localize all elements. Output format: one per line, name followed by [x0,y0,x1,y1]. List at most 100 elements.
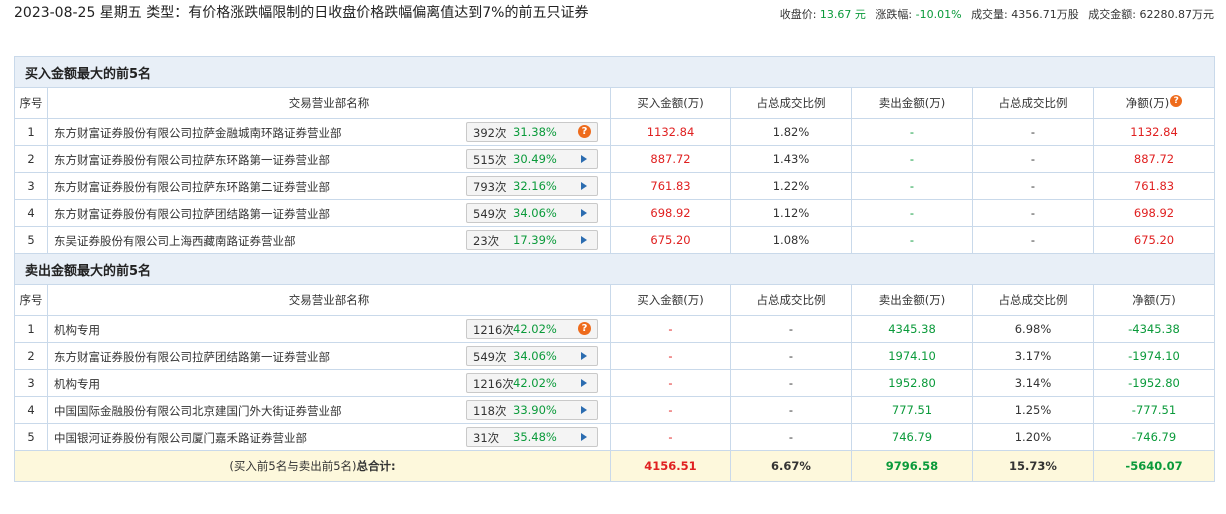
page-title: 2023-08-25 星期五 类型：有价格涨跌幅限制的日收盘价格跌幅偏离值达到7… [14,5,589,21]
table-row: 2 东方财富证券股份有限公司拉萨团结路第一证券营业部 549次 34.06% - -197… [14,342,1215,370]
table-row: 5 东吴证券股份有限公司上海西藏南路证券营业部 23次 17.39% 675.20 1.0… [14,226,1215,254]
sell-amount: 746.79 [851,423,973,451]
broker-stats-button[interactable]: 118次 33.90% [466,400,598,420]
buy-ratio: 1.12% [730,199,852,227]
play-arrow-icon[interactable] [581,155,587,163]
total-sell-amount: 9796.58 [851,450,973,482]
row-index: 2 [14,145,48,173]
table-row: 1 东方财富证券股份有限公司拉萨金融城南环路证券营业部 392次 31.38%? 113… [14,118,1215,146]
play-arrow-icon[interactable] [581,433,587,441]
play-arrow-icon[interactable] [581,182,587,190]
broker-name-cell: 东方财富证券股份有限公司拉萨团结路第一证券营业部 549次 34.06% [47,342,611,370]
win-rate: 42.02% [513,376,557,390]
sell-ratio: 3.17% [972,342,1094,370]
buy-col-header-6: 净额(万)? [1093,87,1215,119]
broker-stats-button[interactable]: 515次 30.49% [466,149,598,169]
broker-stats-button[interactable]: 23次 17.39% [466,230,598,250]
buy-amount: - [610,342,731,370]
sell-col-header-5: 占总成交比例 [972,284,1094,316]
column-header-label: 卖出金额(万) [878,96,946,110]
play-arrow-icon[interactable] [581,236,587,244]
buy-amount: - [610,315,731,343]
sell-ratio: - [972,145,1094,173]
dragon-tiger-table: 买入金额最大的前5名 序号 交易营业部名称 买入金额(万) 占总成交比例 卖出金额(万) 占… [14,56,1215,482]
sell-ratio: 1.20% [972,423,1094,451]
dragon-tiger-table-container: 买入金额最大的前5名 序号 交易营业部名称 买入金额(万) 占总成交比例 卖出金额(万) 占… [14,56,1215,482]
broker-name[interactable]: 机构专用 [54,376,100,392]
row-index: 1 [14,118,48,146]
question-icon[interactable]: ? [578,125,591,138]
table-row: 2 东方财富证券股份有限公司拉萨东环路第一证券营业部 515次 30.49% 887.7… [14,145,1215,173]
net-amount: 887.72 [1093,145,1215,173]
quote-summary: 收盘价: 13.67 元 涨跌幅: -10.01% 成交量: 4356.71万股… [780,6,1214,22]
play-arrow-icon[interactable] [581,379,587,387]
broker-name[interactable]: 机构专用 [54,322,100,338]
close-price-value: 13.67 元 [819,8,866,21]
broker-stats-button[interactable]: 549次 34.06% [466,203,598,223]
buy-amount: 887.72 [610,145,731,173]
play-arrow-icon[interactable] [581,209,587,217]
buy-ratio: - [730,315,852,343]
buy-col-header-3: 占总成交比例 [730,87,852,119]
play-arrow-icon[interactable] [581,352,587,360]
total-buy-ratio: 6.67% [730,450,852,482]
broker-name[interactable]: 中国银河证券股份有限公司厦门嘉禾路证券营业部 [54,430,307,446]
appearance-count: 1216次 [473,323,514,337]
broker-name[interactable]: 东方财富证券股份有限公司拉萨团结路第一证券营业部 [54,349,330,365]
total-label-prefix: (买入前5名与卖出前5名) [229,459,357,473]
broker-stats-button[interactable]: 793次 32.16% [466,176,598,196]
total-net-amount: -5640.07 [1093,450,1215,482]
column-header-label: 占总成交比例 [756,96,826,110]
close-price-label: 收盘价: [779,8,817,21]
win-rate: 30.49% [513,152,557,166]
column-header-label: 买入金额(万) [637,96,704,110]
broker-stats-button[interactable]: 1216次 42.02%? [466,319,598,339]
win-rate: 35.48% [513,430,557,444]
total-label: 总合计: [356,459,396,473]
help-icon[interactable]: ? [1170,95,1183,107]
buy-amount: 675.20 [610,226,731,254]
broker-stats-button[interactable]: 31次 35.48% [466,427,598,447]
appearance-count: 1216次 [473,377,514,391]
broker-name[interactable]: 东方财富证券股份有限公司拉萨金融城南环路证券营业部 [54,125,342,141]
sell-amount: - [851,145,973,173]
sell-col-header-3: 占总成交比例 [730,284,852,316]
play-arrow-icon[interactable] [581,406,587,414]
broker-name-cell: 机构专用 1216次 42.02% [47,369,611,397]
total-row: (买入前5名与卖出前5名)总合计: 4156.51 6.67% 9796.58 15.7… [14,450,1215,482]
row-index: 3 [14,369,48,397]
row-index: 2 [14,342,48,370]
column-header-label: 买入金额(万) [637,293,704,307]
net-amount: 698.92 [1093,199,1215,227]
broker-stats-button[interactable]: 1216次 42.02% [466,373,598,393]
broker-name-cell: 东方财富证券股份有限公司拉萨团结路第一证券营业部 549次 34.06% [47,199,611,227]
net-amount: -1952.80 [1093,369,1215,397]
broker-stats-button[interactable]: 392次 31.38%? [466,122,598,142]
buy-column-header-row: 序号 交易营业部名称 买入金额(万) 占总成交比例 卖出金额(万) 占总成交比例 净额(万)… [14,87,1215,119]
buy-ratio: - [730,396,852,424]
volume-value: 4356.71万股 [1011,8,1079,21]
table-row: 5 中国银河证券股份有限公司厦门嘉禾路证券营业部 31次 35.48% - -746.79… [14,423,1215,451]
sell-column-header-row: 序号 交易营业部名称 买入金额(万) 占总成交比例 卖出金额(万) 占总成交比例 净额(万) [14,284,1215,316]
broker-name[interactable]: 东方财富证券股份有限公司拉萨团结路第一证券营业部 [54,206,330,222]
column-header-label: 交易营业部名称 [288,293,370,307]
buy-amount: - [610,396,731,424]
net-amount: -746.79 [1093,423,1215,451]
broker-name[interactable]: 东方财富证券股份有限公司拉萨东环路第一证券营业部 [54,152,330,168]
question-icon[interactable]: ? [578,322,591,335]
net-amount: 1132.84 [1093,118,1215,146]
sell-ratio: - [972,172,1094,200]
total-label-cell: (买入前5名与卖出前5名)总合计: [14,450,611,482]
appearance-count: 549次 [473,207,507,221]
broker-name[interactable]: 东方财富证券股份有限公司拉萨东环路第二证券营业部 [54,179,330,195]
broker-stats-button[interactable]: 549次 34.06% [466,346,598,366]
net-amount: -777.51 [1093,396,1215,424]
broker-name[interactable]: 东吴证券股份有限公司上海西藏南路证券营业部 [54,233,296,249]
table-row: 4 东方财富证券股份有限公司拉萨团结路第一证券营业部 549次 34.06% 698.9… [14,199,1215,227]
sell-amount: 1974.10 [851,342,973,370]
broker-name[interactable]: 中国国际金融股份有限公司北京建国门外大街证券营业部 [54,403,342,419]
buy-ratio: - [730,423,852,451]
change-label: 涨跌幅: [875,8,913,21]
buy-ratio: - [730,369,852,397]
buy-col-header-4: 卖出金额(万) [851,87,973,119]
